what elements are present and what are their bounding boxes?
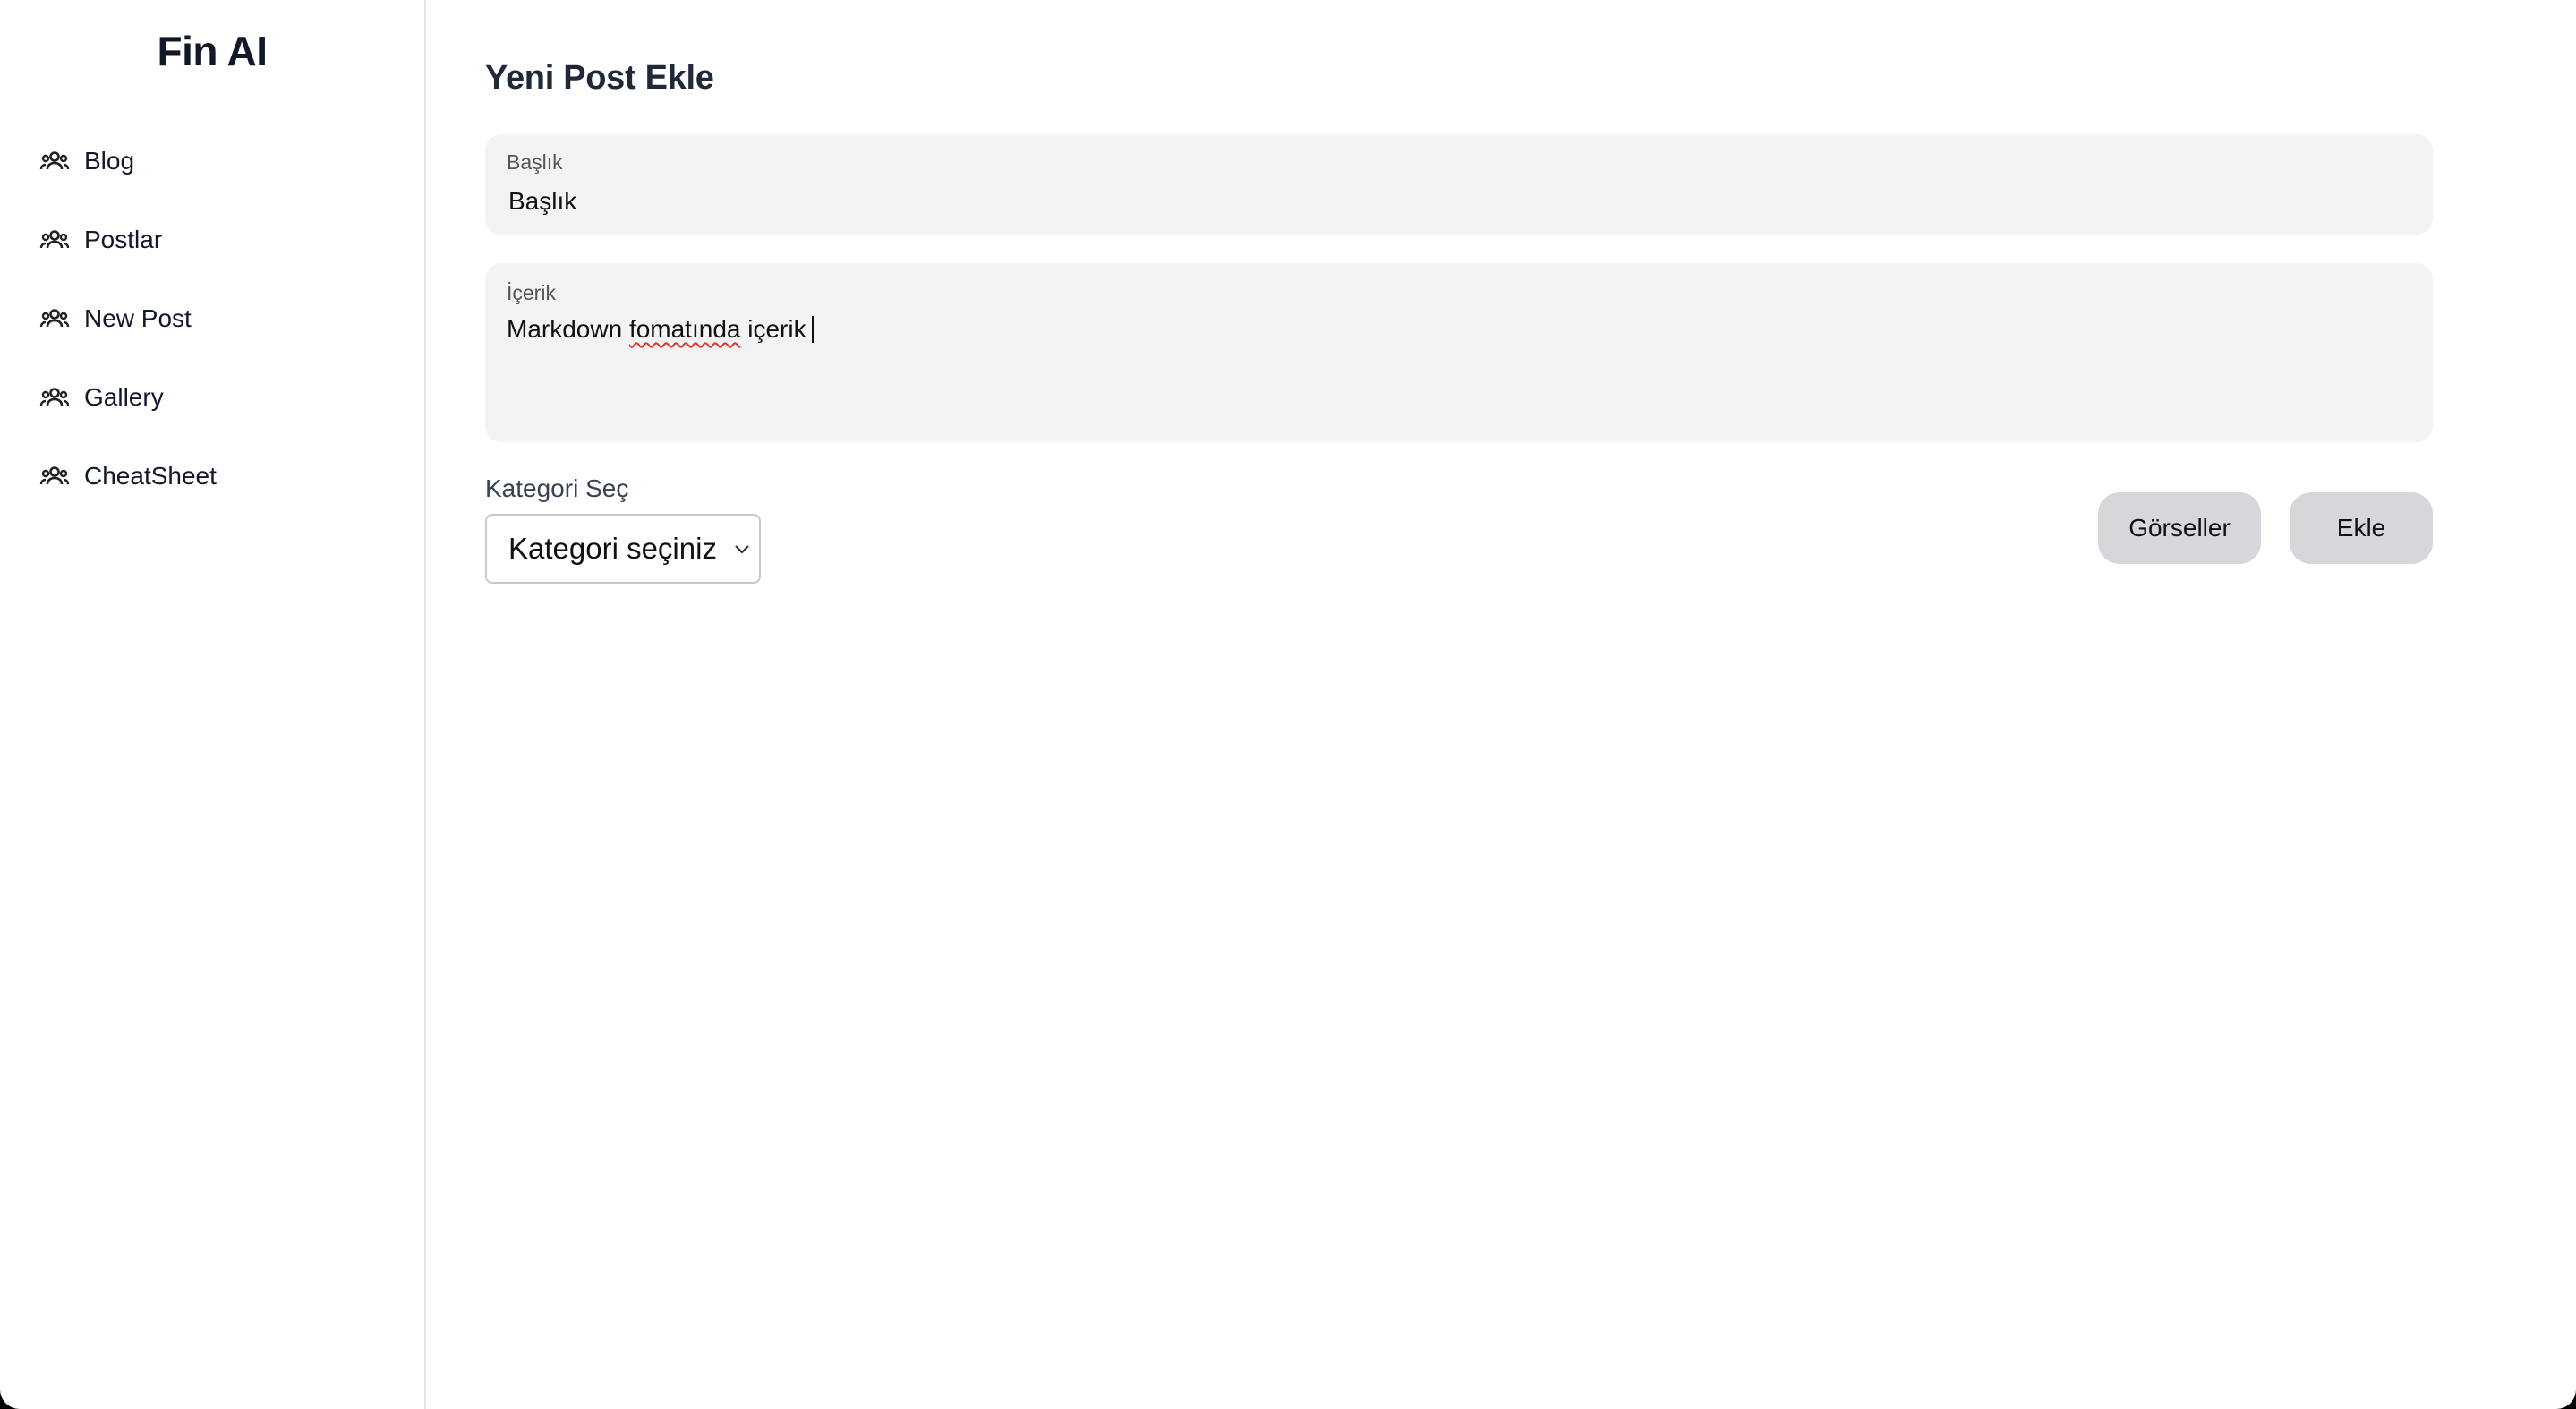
app-window: Fin AI Blog Postlar New Post Gallery Che… <box>0 0 2576 1409</box>
category-label: Kategori Seç <box>485 474 629 502</box>
sidebar-nav: Blog Postlar New Post Gallery CheatSheet <box>0 122 424 516</box>
sidebar-item-cheatsheet[interactable]: CheatSheet <box>0 437 424 516</box>
sidebar-item-gallery[interactable]: Gallery <box>0 358 424 437</box>
group-icon <box>39 150 70 172</box>
sidebar-item-label: Blog <box>84 147 135 175</box>
group-icon <box>39 229 70 251</box>
add-button[interactable]: Ekle <box>2290 492 2433 564</box>
sidebar-item-label: New Post <box>84 304 192 332</box>
sidebar: Fin AI Blog Postlar New Post Gallery Che… <box>0 0 426 1409</box>
title-field-label: Başlık <box>507 150 563 174</box>
sidebar-item-new-post[interactable]: New Post <box>0 279 424 358</box>
content-field[interactable]: İçerik Markdown fomatında içerik <box>485 263 2433 442</box>
title-input[interactable] <box>507 186 2390 217</box>
content-field-label: İçerik <box>507 281 556 304</box>
content-text-part: Markdown <box>507 315 629 343</box>
sidebar-item-label: Gallery <box>84 383 164 411</box>
group-icon <box>39 387 70 408</box>
page-title: Yeni Post Ekle <box>485 59 714 97</box>
content-textarea[interactable]: Markdown fomatında içerik <box>507 315 2386 344</box>
misspelled-word: fomatında <box>628 315 741 343</box>
category-selected-value: Kategori seçiniz <box>508 532 717 565</box>
content-text-part: içerik <box>740 315 806 343</box>
chevron-down-icon <box>732 535 752 562</box>
gallery-button[interactable]: Görseller <box>2098 492 2261 564</box>
category-select[interactable]: Kategori seçiniz <box>485 514 761 584</box>
main-content: Yeni Post Ekle Başlık İçerik Markdown fo… <box>485 0 2433 1409</box>
text-caret <box>811 316 814 343</box>
sidebar-item-blog[interactable]: Blog <box>0 122 424 201</box>
sidebar-item-label: Postlar <box>84 226 163 253</box>
brand-logo[interactable]: Fin AI <box>0 27 424 75</box>
group-icon <box>39 465 70 487</box>
title-field[interactable]: Başlık <box>485 134 2433 235</box>
group-icon <box>39 308 70 329</box>
sidebar-item-postlar[interactable]: Postlar <box>0 201 424 279</box>
sidebar-item-label: CheatSheet <box>84 462 217 490</box>
